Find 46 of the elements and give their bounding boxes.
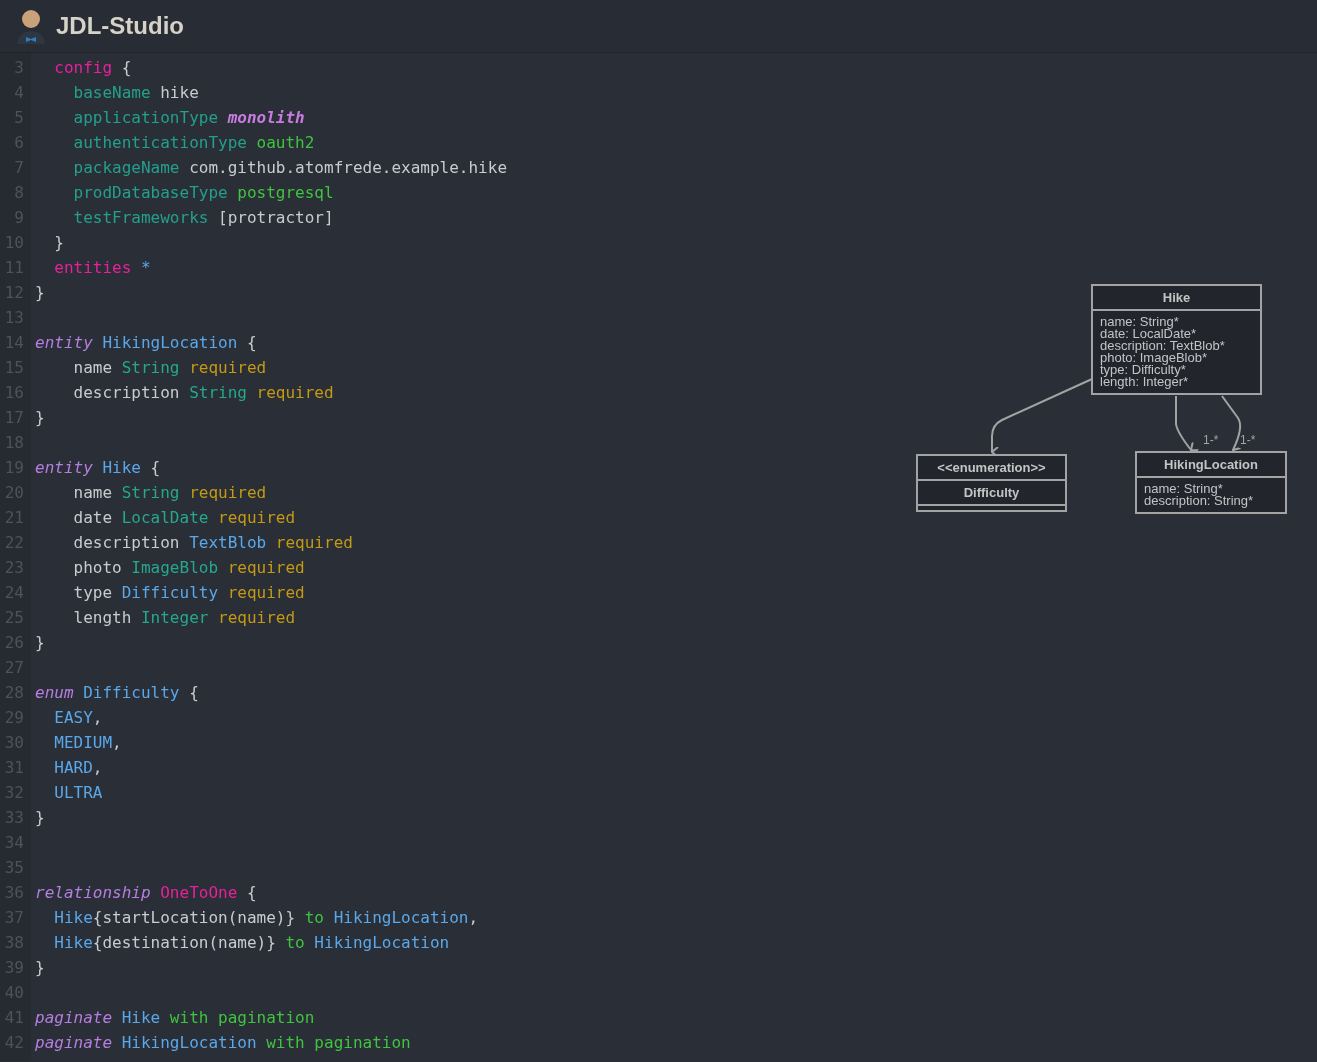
code-line: } — [35, 632, 45, 654]
code-line: paginate Hike with pagination — [35, 1007, 315, 1029]
code-line: Hike{destination(name)} to HikingLocation — [53, 932, 450, 954]
code-line: testFrameworks [protractor] — [72, 207, 334, 229]
connector-arrow — [1175, 395, 1200, 452]
code-line: description String required — [72, 382, 334, 404]
code-line: paginate HikingLocation with pagination — [35, 1032, 411, 1054]
entity-field: name: String* — [1100, 314, 1179, 329]
code-line: } — [53, 232, 64, 254]
code-line: name String required — [72, 482, 267, 504]
entity-field: name: String* — [1144, 481, 1223, 496]
entity-stereotype: <<enumeration>> — [937, 460, 1046, 475]
code-line: prodDatabaseType postgresql — [72, 182, 334, 204]
code-line: length Integer required — [72, 607, 296, 629]
code-line: photo ImageBlob required — [72, 557, 305, 579]
code-line: authenticationType oauth2 — [72, 132, 315, 154]
avatar-icon — [14, 8, 48, 44]
code-line: } — [35, 407, 45, 429]
code-line: date LocalDate required — [72, 507, 296, 529]
code-line: HARD, — [53, 757, 103, 779]
entity-title: HikingLocation — [1164, 457, 1258, 472]
code-line: } — [35, 282, 45, 304]
entity-title: Difficulty — [963, 485, 1020, 500]
entity-title: Hike — [1162, 290, 1191, 305]
code-line: baseName hike — [72, 82, 199, 104]
code-line: ULTRA — [53, 782, 103, 804]
code-line: } — [35, 807, 45, 829]
code-line: description TextBlob required — [72, 532, 353, 554]
code-line: entity HikingLocation { — [35, 332, 257, 354]
code-line: config { — [53, 57, 132, 79]
code-line: } — [35, 957, 45, 979]
app-title: JDL-Studio — [56, 11, 184, 41]
multiplicity-label: 1-* — [1203, 433, 1219, 447]
code-line: EASY, — [53, 707, 103, 729]
code-line: MEDIUM, — [53, 732, 122, 754]
code-line: packageName com.github.atomfrede.example.hike — [72, 157, 507, 179]
code-line: applicationType monolith — [72, 107, 305, 129]
code-line: Hike{startLocation(name)} to HikingLocation, — [53, 907, 479, 929]
code-line: entity Hike { — [35, 457, 161, 479]
code-line: entities * — [53, 257, 151, 279]
multiplicity-label: 1-* — [1240, 433, 1256, 447]
entity-field: description: TextBlob* — [1100, 338, 1225, 353]
code-line: type Difficulty required — [72, 582, 305, 604]
code-line: enum Difficulty { — [35, 682, 199, 704]
code-line: relationship OneToOne { — [35, 882, 257, 904]
code-line: name String required — [72, 357, 267, 379]
